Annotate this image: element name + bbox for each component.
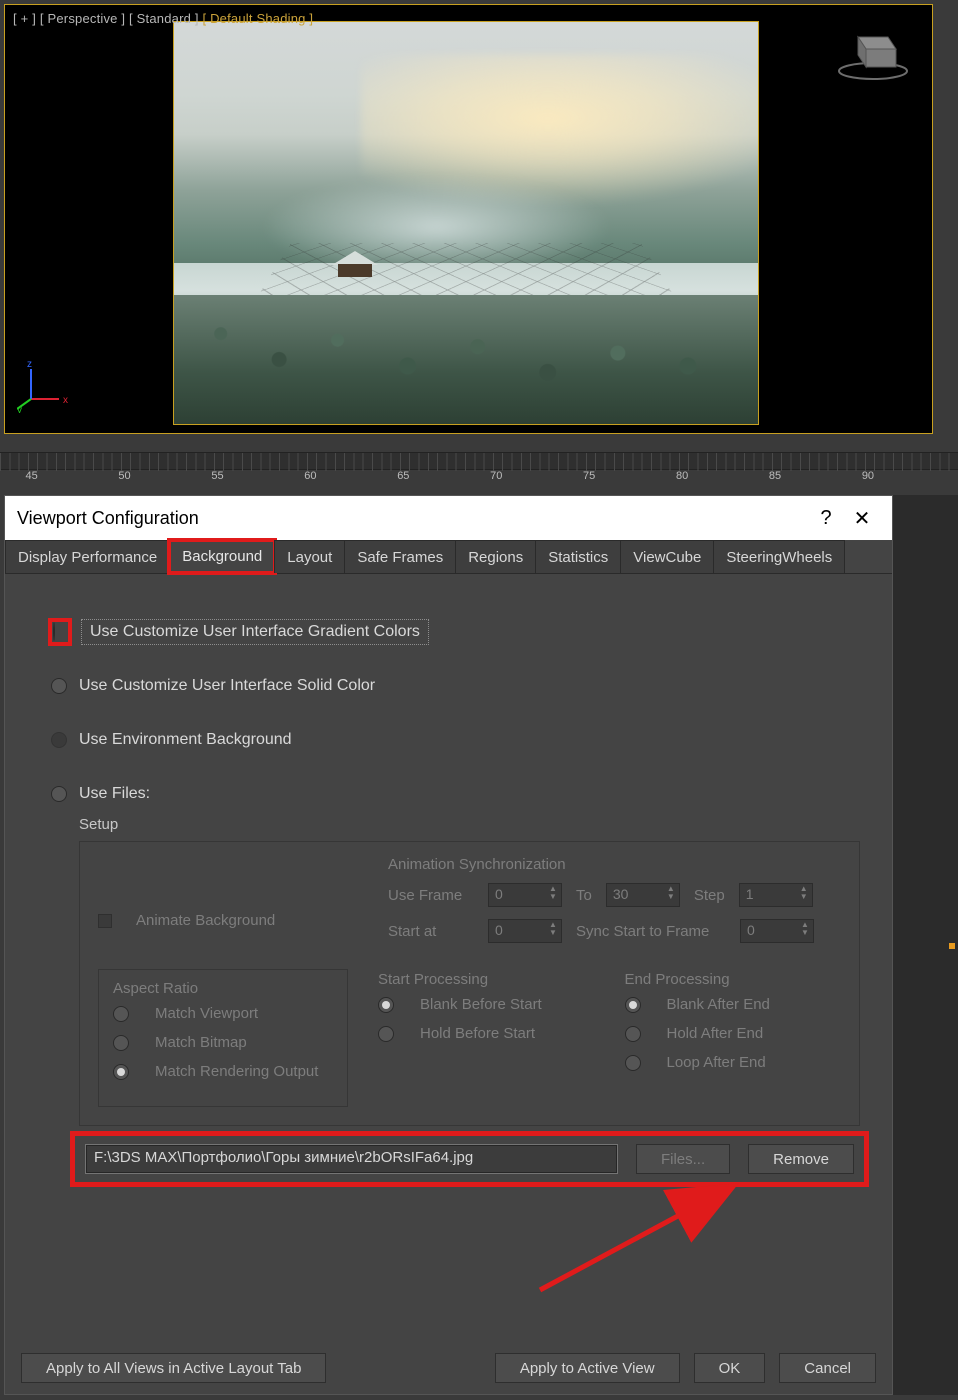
to-spinner: 30▲▼ [606, 883, 680, 907]
end-processing-group: End Processing Blank After End Hold Afte… [625, 971, 842, 1107]
svg-text:z: z [27, 359, 32, 370]
cancel-button[interactable]: Cancel [779, 1353, 876, 1383]
aspect-render-radio [113, 1064, 129, 1080]
sync-start-spinner: 0▲▼ [740, 919, 814, 943]
aspect-bitmap-radio [113, 1035, 129, 1051]
radio-env-row[interactable]: Use Environment Background [51, 726, 860, 754]
radio-gradient-label: Use Customize User Interface Gradient Co… [81, 619, 429, 645]
dialog-button-bar: Apply to All Views in Active Layout Tab … [5, 1342, 892, 1394]
aspect-ratio-group: Aspect Ratio Match Viewport Match Bitmap… [98, 969, 348, 1107]
viewcube-icon[interactable] [828, 19, 918, 83]
start-at-row: Start at 0▲▼ Sync Start to Frame 0▲▼ [388, 919, 841, 943]
start-at-spinner: 0▲▼ [488, 919, 562, 943]
viewport-menu-shading[interactable]: [ Default Shading ] [202, 11, 313, 26]
aspect-viewport-radio [113, 1006, 129, 1022]
tab-background[interactable]: Background [169, 540, 275, 573]
setup-label: Setup [79, 816, 860, 833]
file-bar: F:\3DS MAX\Портфолио\Горы зимние\r2bORsI… [79, 1140, 860, 1178]
radio-files[interactable] [51, 786, 67, 802]
end-hold-radio [625, 1026, 641, 1042]
remove-button[interactable]: Remove [748, 1144, 854, 1174]
apply-all-button[interactable]: Apply to All Views in Active Layout Tab [21, 1353, 326, 1383]
radio-gradient-row[interactable]: Use Customize User Interface Gradient Co… [51, 618, 860, 646]
setup-group: Animate Background Animation Synchroniza… [79, 841, 860, 1126]
radio-solid-row[interactable]: Use Customize User Interface Solid Color [51, 672, 860, 700]
help-button[interactable]: ? [808, 500, 844, 536]
radio-files-label: Use Files: [79, 785, 150, 803]
radio-gradient[interactable] [53, 622, 55, 641]
aspect-bitmap-label: Match Bitmap [155, 1034, 247, 1051]
right-dark-strip [893, 495, 958, 1395]
close-button[interactable]: ✕ [844, 500, 880, 536]
viewport-area: [ + ] [ Perspective ] [ Standard ] [ Def… [0, 0, 958, 438]
tab-regions[interactable]: Regions [455, 540, 536, 573]
start-hold-label: Hold Before Start [420, 1025, 535, 1042]
svg-text:y: y [17, 405, 22, 413]
anim-sync-title: Animation Synchronization [388, 856, 841, 873]
viewport-menu-plus[interactable]: [ + ] [13, 11, 36, 26]
files-button[interactable]: Files... [636, 1144, 730, 1174]
timeline-track[interactable] [0, 452, 958, 470]
tab-layout[interactable]: Layout [274, 540, 345, 573]
end-blank-radio [625, 997, 641, 1013]
end-hold-label: Hold After End [667, 1025, 764, 1042]
svg-text:x: x [63, 395, 68, 406]
viewport-menu-standard[interactable]: [ Standard ] [129, 11, 199, 26]
tab-viewcube[interactable]: ViewCube [620, 540, 714, 573]
tab-steeringwheels[interactable]: SteeringWheels [713, 540, 845, 573]
timeline-labels: 45 50 55 60 65 70 75 80 85 90 [0, 470, 958, 484]
radio-solid-label: Use Customize User Interface Solid Color [79, 677, 375, 695]
annotation-arrow-icon [480, 1180, 760, 1300]
timeline[interactable]: 45 50 55 60 65 70 75 80 85 90 [0, 448, 958, 484]
start-at-label: Start at [388, 923, 474, 940]
use-frame-spinner: 0▲▼ [488, 883, 562, 907]
radio-solid[interactable] [51, 678, 67, 694]
start-proc-title: Start Processing [378, 971, 595, 988]
end-blank-label: Blank After End [667, 996, 770, 1013]
orange-marker-icon [949, 943, 955, 949]
step-spinner: 1▲▼ [739, 883, 813, 907]
use-frame-label: Use Frame [388, 887, 474, 904]
axis-gizmo-icon[interactable]: x z y [17, 357, 73, 413]
to-label: To [576, 887, 592, 904]
viewport-labels[interactable]: [ + ] [ Perspective ] [ Standard ] [ Def… [13, 11, 313, 26]
dialog-titlebar[interactable]: Viewport Configuration ? ✕ [5, 496, 892, 540]
file-path-input[interactable]: F:\3DS MAX\Портфолио\Горы зимние\r2bORsI… [85, 1144, 618, 1174]
step-label: Step [694, 887, 725, 904]
start-blank-radio [378, 997, 394, 1013]
start-hold-radio [378, 1026, 394, 1042]
start-processing-group: Start Processing Blank Before Start Hold… [378, 971, 595, 1107]
ok-button[interactable]: OK [694, 1353, 766, 1383]
end-loop-radio [625, 1055, 641, 1071]
tab-statistics[interactable]: Statistics [535, 540, 621, 573]
tab-safe-frames[interactable]: Safe Frames [344, 540, 456, 573]
animate-bg-checkbox [98, 914, 112, 928]
aspect-title: Aspect Ratio [113, 980, 333, 997]
start-blank-label: Blank Before Start [420, 996, 542, 1013]
radio-files-row[interactable]: Use Files: [51, 780, 860, 808]
end-loop-label: Loop After End [667, 1054, 766, 1071]
cabin-geometry [332, 251, 378, 277]
animate-bg-label: Animate Background [136, 912, 275, 929]
end-proc-title: End Processing [625, 971, 842, 988]
aspect-viewport-label: Match Viewport [155, 1005, 258, 1022]
apply-active-button[interactable]: Apply to Active View [495, 1353, 680, 1383]
aspect-render-label: Match Rendering Output [155, 1063, 318, 1080]
dialog-title: Viewport Configuration [17, 508, 199, 529]
dialog-tabs: Display Performance Background Layout Sa… [5, 540, 892, 574]
animate-bg-row: Animate Background [98, 912, 348, 929]
viewport-background-image [173, 21, 759, 425]
radio-env-label: Use Environment Background [79, 731, 292, 749]
sync-start-label: Sync Start to Frame [576, 923, 726, 940]
viewport-menu-perspective[interactable]: [ Perspective ] [40, 11, 125, 26]
viewport[interactable]: [ + ] [ Perspective ] [ Standard ] [ Def… [4, 4, 933, 434]
tab-display-performance[interactable]: Display Performance [5, 540, 170, 573]
radio-env[interactable] [51, 732, 67, 748]
use-frame-row: Use Frame 0▲▼ To 30▲▼ Step 1▲▼ [388, 883, 841, 907]
